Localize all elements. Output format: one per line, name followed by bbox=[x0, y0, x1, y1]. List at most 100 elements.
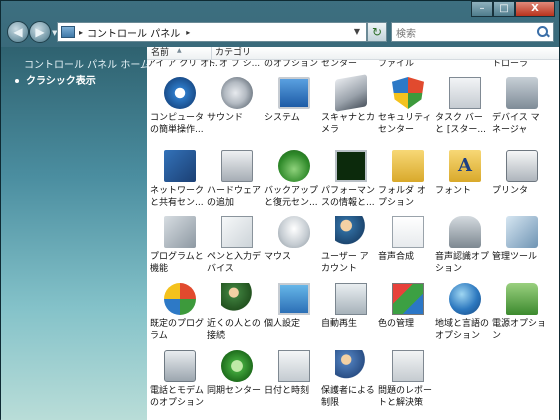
control-panel-item[interactable]: 同期センター bbox=[207, 350, 267, 420]
user-accounts-icon bbox=[335, 216, 367, 248]
back-button[interactable]: ◀ bbox=[7, 21, 29, 43]
accessibility-icon bbox=[164, 77, 196, 109]
autoplay-icon bbox=[335, 283, 367, 315]
refresh-button[interactable]: ↻ bbox=[367, 22, 387, 42]
default-programs-icon bbox=[164, 283, 196, 315]
control-panel-item[interactable]: デバイス マ ネージャ bbox=[492, 77, 552, 147]
control-panel-item[interactable]: パフォーマン スの情報と... bbox=[321, 150, 381, 220]
power-options-icon bbox=[506, 283, 538, 315]
column-name[interactable]: 名前 ▲ bbox=[149, 47, 211, 60]
control-panel-item[interactable]: マウス bbox=[264, 216, 324, 286]
item-label: 日付と時刻 bbox=[264, 386, 310, 396]
item-label: 保護者による 制限 bbox=[321, 386, 375, 408]
search-icon[interactable] bbox=[535, 24, 551, 40]
control-panel-item[interactable]: サウンド bbox=[207, 77, 267, 147]
control-panel-item[interactable]: 地域と言語の オプション bbox=[435, 283, 495, 353]
scanner-camera-icon bbox=[335, 74, 367, 112]
address-dropdown-icon[interactable]: ▼ bbox=[350, 25, 364, 39]
sound-icon bbox=[221, 77, 253, 109]
control-panel-item[interactable]: 自動再生 bbox=[321, 283, 381, 353]
folder-options-icon bbox=[392, 150, 424, 182]
item-label: 同期センター bbox=[207, 386, 262, 396]
region-language-icon bbox=[449, 283, 481, 315]
item-label: セキュリティ センター bbox=[378, 113, 432, 135]
speech-recognition-icon bbox=[449, 216, 481, 248]
control-panel-item[interactable]: 音声合成 bbox=[378, 216, 438, 286]
control-panel-icon bbox=[61, 26, 75, 38]
control-panel-item[interactable]: ユーザー ア カウント bbox=[321, 216, 381, 286]
sync-center-icon bbox=[221, 350, 253, 382]
control-panel-item[interactable]: システム bbox=[264, 77, 324, 147]
control-panel-home-link[interactable]: コントロール パネル ホーム bbox=[24, 56, 150, 71]
item-label: 色の管理 bbox=[378, 319, 415, 329]
device-manager-icon bbox=[506, 77, 538, 109]
items-view: 名前 ▲ カテゴリ アイ ア クリ オ... ト オ フ シ... のオプション センタ… bbox=[147, 47, 559, 420]
control-panel-item[interactable]: バックアップ と復元セン... bbox=[264, 150, 324, 220]
control-panel-item[interactable]: 管理ツール bbox=[492, 216, 552, 286]
sort-ascending-icon: ▲ bbox=[177, 47, 182, 54]
window-controls: – □ X bbox=[471, 1, 555, 17]
control-panel-item[interactable]: 近くの人との 接続 bbox=[207, 283, 267, 353]
maximize-button[interactable]: □ bbox=[493, 1, 515, 17]
search-box[interactable]: 検索 bbox=[391, 22, 554, 42]
search-input[interactable]: 検索 bbox=[396, 25, 535, 40]
address-bar[interactable]: ▸ コントロール パネル ▸ ▼ bbox=[57, 22, 367, 42]
item-label: マウス bbox=[264, 252, 292, 262]
forward-button[interactable]: ▶ bbox=[29, 21, 51, 43]
classic-view-link[interactable]: クラシック表示 bbox=[15, 72, 96, 87]
cut-item-label[interactable]: ト オ フ シ... bbox=[207, 60, 260, 70]
breadcrumb-control-panel[interactable]: コントロール パネル bbox=[87, 25, 180, 40]
cut-item-label[interactable]: トローラ bbox=[492, 60, 528, 70]
control-panel-item[interactable]: 問題のレポー トと解決策 bbox=[378, 350, 438, 420]
control-panel-item[interactable]: ペンと入力デ バイス bbox=[207, 216, 267, 286]
item-label: 音声認識オプ ション bbox=[435, 252, 490, 274]
item-label: 音声合成 bbox=[378, 252, 415, 262]
control-panel-item[interactable]: 保護者による 制限 bbox=[321, 350, 381, 420]
control-panel-item[interactable]: 電話とモデム のオプション bbox=[150, 350, 210, 420]
close-button[interactable]: X bbox=[515, 1, 555, 17]
item-label: デバイス マ ネージャ bbox=[492, 113, 540, 135]
item-label: フォルダ オ プション bbox=[378, 186, 426, 208]
cut-item-label[interactable]: ファイル bbox=[378, 60, 414, 70]
minimize-button[interactable]: – bbox=[471, 1, 493, 17]
control-panel-item[interactable]: 音声認識オプ ション bbox=[435, 216, 495, 286]
column-header: 名前 ▲ カテゴリ bbox=[147, 47, 559, 60]
control-panel-item[interactable]: プログラムと 機能 bbox=[150, 216, 210, 286]
breadcrumb-chevron-icon[interactable]: ▸ bbox=[186, 28, 190, 37]
control-panel-item[interactable]: プリンタ bbox=[492, 150, 552, 220]
breadcrumb-chevron-icon[interactable]: ▸ bbox=[79, 28, 83, 37]
cut-item-label[interactable]: センター bbox=[321, 60, 357, 70]
control-panel-item[interactable]: タスク バー と [スター... bbox=[435, 77, 495, 147]
control-panel-item[interactable]: 電源オプショ ン bbox=[492, 283, 552, 353]
item-label: システム bbox=[264, 113, 300, 123]
admin-tools-icon bbox=[506, 216, 538, 248]
item-label: 管理ツール bbox=[492, 252, 538, 262]
personalization-icon bbox=[278, 283, 310, 315]
control-panel-item[interactable]: ネットワーク と共有セン... bbox=[150, 150, 210, 220]
taskbar-icon bbox=[449, 77, 481, 109]
item-label: 既定のプログ ラム bbox=[150, 319, 205, 341]
control-panel-item[interactable]: セキュリティ センター bbox=[378, 77, 438, 147]
item-label: コンピュータ の簡単操作... bbox=[150, 113, 205, 135]
item-label: フォント bbox=[435, 186, 472, 196]
control-panel-window: – □ X ◀ ▶ ▼ ▸ コントロール パネル ▸ ▼ ↻ 検索 コントロール… bbox=[0, 0, 560, 420]
cut-item-label[interactable]: のオプション bbox=[264, 60, 318, 70]
problem-reports-icon bbox=[392, 350, 424, 382]
control-panel-item[interactable]: コンピュータ の簡単操作... bbox=[150, 77, 210, 147]
control-panel-item[interactable]: 日付と時刻 bbox=[264, 350, 324, 420]
item-label: 近くの人との 接続 bbox=[207, 319, 261, 341]
control-panel-item[interactable]: ハードウェア の追加 bbox=[207, 150, 267, 220]
item-label: サウンド bbox=[207, 113, 244, 123]
fonts-icon: A bbox=[449, 150, 481, 182]
control-panel-item[interactable]: A フォント bbox=[435, 150, 495, 220]
column-category[interactable]: カテゴリ bbox=[211, 47, 273, 60]
control-panel-item[interactable]: 色の管理 bbox=[378, 283, 438, 353]
control-panel-item[interactable]: フォルダ オ プション bbox=[378, 150, 438, 220]
task-pane: コントロール パネル ホーム クラシック表示 bbox=[1, 47, 150, 420]
phone-modem-icon bbox=[164, 350, 196, 382]
control-panel-item[interactable]: スキャナとカ メラ bbox=[321, 74, 381, 147]
security-shield-icon bbox=[392, 77, 424, 109]
control-panel-item[interactable]: 既定のプログ ラム bbox=[150, 283, 210, 353]
item-label: 地域と言語の オプション bbox=[435, 319, 490, 341]
control-panel-item[interactable]: 個人設定 bbox=[264, 283, 324, 353]
